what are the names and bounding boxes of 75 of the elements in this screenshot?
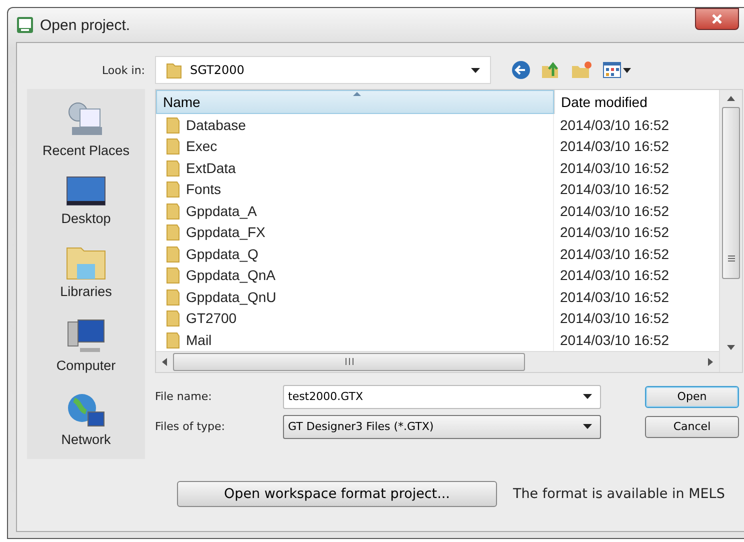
place-label[interactable]: Recent Places (42, 143, 130, 158)
scroll-down-icon (727, 344, 735, 350)
open-workspace-button[interactable]: Open workspace format project... (177, 481, 497, 507)
new-folder-icon[interactable] (571, 60, 593, 80)
file-name-cell[interactable]: GT2700 (186, 310, 237, 326)
folder-icon (166, 116, 180, 134)
date-cell: 2014/03/10 16:52 (560, 267, 669, 284)
folder-icon (166, 180, 180, 198)
place-label[interactable]: Desktop (61, 210, 111, 226)
date-cell: 2014/03/10 16:52 (560, 224, 669, 240)
file-name-cell[interactable]: Gppdata_Q (186, 246, 258, 262)
column-header[interactable]: Name (156, 90, 554, 114)
file-name-cell[interactable]: Exec (186, 138, 218, 154)
sort-arrow-icon (353, 92, 361, 96)
date-cell: 2014/03/10 16:52 (560, 202, 669, 219)
file-name-cell[interactable]: ExtData (186, 160, 236, 176)
look-in-dropdown[interactable]: SGT2000 (155, 56, 491, 84)
back-icon[interactable] (511, 60, 531, 80)
file-name-field[interactable]: test2000.GTX (283, 384, 601, 408)
date-cell: 2014/03/10 16:52 (560, 138, 669, 154)
view-menu-button[interactable] (603, 62, 631, 78)
caret-icon (583, 424, 592, 429)
caret-icon (471, 68, 480, 72)
date-cell: 2014/03/10 16:52 (560, 181, 669, 198)
folder-icon (166, 330, 180, 349)
scroll-right-icon (708, 358, 713, 366)
folder-icon (166, 137, 180, 156)
date-cell: 2014/03/10 16:52 (560, 246, 669, 262)
folder-icon (166, 244, 180, 263)
folder-icon (166, 223, 180, 242)
close-icon (711, 14, 723, 24)
look-in-value: SGT2000 (190, 63, 246, 77)
folder-icon (166, 158, 180, 177)
folder-icon (166, 61, 182, 79)
folder-icon (166, 309, 180, 328)
file-type-label: Files of type: (155, 420, 226, 433)
vertical-scrollbar[interactable] (719, 90, 742, 372)
format-note: The format is available in MELS (513, 486, 725, 502)
date-cell: 2014/03/10 16:52 (560, 160, 669, 176)
folder-icon (166, 266, 180, 284)
scroll-left-icon (162, 358, 167, 366)
file-name-cell[interactable]: Gppdata_QnU (186, 288, 276, 305)
place-label[interactable]: Network (61, 432, 111, 447)
folder-icon (166, 202, 180, 220)
caret-icon (583, 394, 592, 399)
scroll-thumb[interactable] (722, 107, 740, 279)
monitor-icon (16, 16, 34, 34)
place-label[interactable]: Computer (56, 358, 116, 374)
look-in-label: Look in: (101, 64, 146, 76)
grip-icon (344, 358, 354, 365)
file-name-cell[interactable]: Gppdata_FX (186, 224, 266, 240)
file-name-cell[interactable]: Database (186, 116, 246, 133)
open-button[interactable]: Open (645, 386, 739, 408)
window-title: Open project. (40, 16, 132, 34)
file-name-cell[interactable]: Gppdata_A (186, 202, 257, 219)
date-cell: 2014/03/10 16:52 (560, 116, 669, 133)
file-type-dropdown[interactable]: GT Designer3 Files (*.GTX) (283, 414, 601, 438)
place-label[interactable]: Libraries (60, 284, 112, 300)
file-name-cell[interactable]: Fonts (186, 181, 222, 198)
cancel-button[interactable]: Cancel (645, 416, 739, 438)
date-cell: 2014/03/10 16:52 (560, 310, 669, 326)
up-folder-icon[interactable] (541, 60, 561, 80)
file-name-cell[interactable]: Gppdata_QnA (186, 267, 276, 284)
close-button[interactable] (695, 8, 739, 30)
caret-icon (623, 68, 631, 72)
grid-view-icon (603, 62, 621, 78)
scroll-up-icon (727, 96, 735, 101)
file-name-label: File name: (155, 390, 213, 403)
file-name-cell[interactable]: Mail (186, 332, 212, 348)
grip-icon (728, 255, 734, 262)
scroll-thumb[interactable] (173, 352, 525, 370)
date-cell: 2014/03/10 16:52 (560, 288, 669, 305)
folder-icon (166, 288, 180, 306)
date-cell: 2014/03/10 16:52 (560, 332, 669, 348)
horizontal-scrollbar[interactable] (156, 350, 719, 372)
